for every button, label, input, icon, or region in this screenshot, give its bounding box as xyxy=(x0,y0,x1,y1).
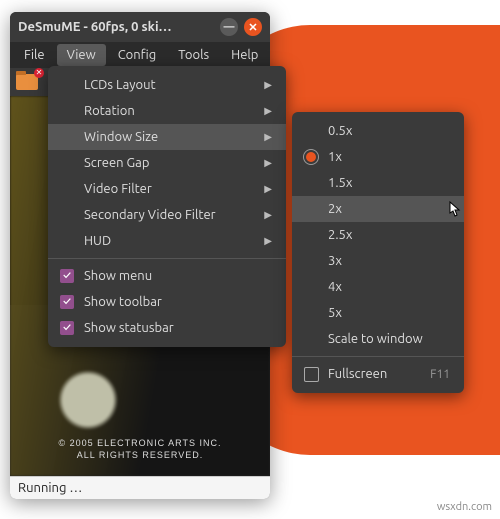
size-1-5x[interactable]: 1.5x xyxy=(292,170,464,196)
menu-show-statusbar[interactable]: Show statusbar xyxy=(48,315,286,341)
radio-selected-icon xyxy=(306,152,316,162)
menu-window-size[interactable]: Window Size ▶ xyxy=(48,124,286,150)
menu-item-label: Show menu xyxy=(84,269,272,283)
check-icon xyxy=(60,295,74,309)
submenu-arrow-icon: ▶ xyxy=(264,131,272,143)
size-5x[interactable]: 5x xyxy=(292,300,464,326)
cursor-pointer-icon xyxy=(445,200,463,222)
menu-secondary-video-filter[interactable]: Secondary Video Filter ▶ xyxy=(48,202,286,228)
menu-hud[interactable]: HUD ▶ xyxy=(48,228,286,254)
submenu-arrow-icon: ▶ xyxy=(264,209,272,221)
copyright-text: © 2005 ELECTRONIC ARTS INC. ALL RIGHTS R… xyxy=(10,437,270,462)
menubar: File View Config Tools Help xyxy=(10,42,270,68)
submenu-arrow-icon: ▶ xyxy=(264,235,272,247)
menu-rotation[interactable]: Rotation ▶ xyxy=(48,98,286,124)
size-1x[interactable]: 1x xyxy=(292,144,464,170)
titlebar: DeSmuME - 60fps, 0 ski… — ✕ xyxy=(10,12,270,42)
menu-item-label: Fullscreen xyxy=(328,367,422,381)
statusbar: Running … xyxy=(10,476,270,499)
menu-item-label: 4x xyxy=(328,280,450,294)
submenu-arrow-icon: ▶ xyxy=(264,79,272,91)
menu-item-label: 0.5x xyxy=(328,124,450,138)
menu-item-label: Rotation xyxy=(84,104,256,118)
close-button[interactable]: ✕ xyxy=(244,18,262,36)
menu-item-label: Screen Gap xyxy=(84,156,256,170)
check-icon xyxy=(60,321,74,335)
window-title: DeSmuME - 60fps, 0 ski… xyxy=(18,20,214,34)
submenu-arrow-icon: ▶ xyxy=(264,157,272,169)
menu-help[interactable]: Help xyxy=(221,44,268,66)
open-rom-icon[interactable] xyxy=(16,74,38,90)
minimize-button[interactable]: — xyxy=(220,18,238,36)
size-scale-to-window[interactable]: Scale to window xyxy=(292,326,464,352)
menu-item-label: 2x xyxy=(328,202,450,216)
menu-item-label: 5x xyxy=(328,306,450,320)
menu-separator xyxy=(292,356,464,357)
watermark: wsxdn.com xyxy=(437,501,492,513)
copyright-line-2: ALL RIGHTS RESERVED. xyxy=(10,449,270,462)
menu-item-label: 2.5x xyxy=(328,228,450,242)
menu-show-toolbar[interactable]: Show toolbar xyxy=(48,289,286,315)
menu-item-label: 3x xyxy=(328,254,450,268)
menu-item-label: Show statusbar xyxy=(84,321,272,335)
menu-item-label: Secondary Video Filter xyxy=(84,208,256,222)
size-0-5x[interactable]: 0.5x xyxy=(292,118,464,144)
menu-item-label: Window Size xyxy=(84,130,256,144)
menu-video-filter[interactable]: Video Filter ▶ xyxy=(48,176,286,202)
menu-item-label: Scale to window xyxy=(328,332,450,346)
size-2-5x[interactable]: 2.5x xyxy=(292,222,464,248)
menu-config[interactable]: Config xyxy=(108,44,167,66)
menu-item-label: LCDs Layout xyxy=(84,78,256,92)
menu-item-label: 1.5x xyxy=(328,176,450,190)
menu-tools[interactable]: Tools xyxy=(168,44,219,66)
view-dropdown: LCDs Layout ▶ Rotation ▶ Window Size ▶ Scre… xyxy=(48,66,286,347)
menu-lcds-layout[interactable]: LCDs Layout ▶ xyxy=(48,72,286,98)
menu-separator xyxy=(48,258,286,259)
size-4x[interactable]: 4x xyxy=(292,274,464,300)
menu-file[interactable]: File xyxy=(14,44,55,66)
menu-view[interactable]: View xyxy=(57,44,106,66)
menu-item-label: Show toolbar xyxy=(84,295,272,309)
menu-screen-gap[interactable]: Screen Gap ▶ xyxy=(48,150,286,176)
check-icon xyxy=(60,269,74,283)
window-size-submenu: 0.5x 1x 1.5x 2x 2.5x 3x 4x 5x Scale to w… xyxy=(292,112,464,393)
checkbox-empty-icon xyxy=(304,367,319,382)
submenu-arrow-icon: ▶ xyxy=(264,183,272,195)
copyright-line-1: © 2005 ELECTRONIC ARTS INC. xyxy=(10,437,270,450)
size-2x[interactable]: 2x xyxy=(292,196,464,222)
menu-item-label: Video Filter xyxy=(84,182,256,196)
shortcut-text: F11 xyxy=(430,368,450,381)
submenu-arrow-icon: ▶ xyxy=(264,105,272,117)
fullscreen-toggle[interactable]: Fullscreen F11 xyxy=(292,361,464,387)
menu-item-label: 1x xyxy=(328,150,450,164)
size-3x[interactable]: 3x xyxy=(292,248,464,274)
menu-show-menu[interactable]: Show menu xyxy=(48,263,286,289)
menu-item-label: HUD xyxy=(84,234,256,248)
